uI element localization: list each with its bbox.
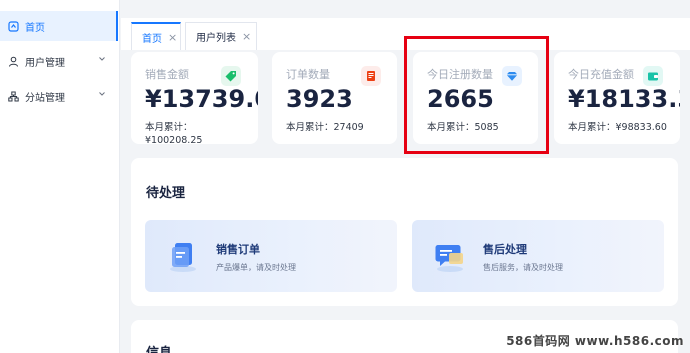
sidebar: 首页 用户管理 分站管理 [0, 0, 120, 353]
sidebar-item-label: 首页 [25, 22, 45, 34]
stat-card-today-recharge: 今日充值金额 ¥18133.33 本月累计：¥98833.60 [554, 52, 680, 144]
pending-section: 待处理 销售订单 产品爆单，请及时处理 售后处理 售后服务，请及时处理 [131, 158, 678, 306]
stat-card-sales-amount: 销售金额 ¥13739.09 本月累计：¥100208.25 [131, 52, 258, 144]
watermark: 586首码网 www.h586.com [506, 334, 684, 348]
sidebar-item-user-management[interactable]: 用户管理 [0, 46, 118, 76]
stat-value: 3923 [286, 85, 353, 113]
order-doc-icon [165, 238, 201, 274]
section-title: 信息 [146, 342, 172, 353]
sidebar-item-label: 用户管理 [25, 57, 65, 69]
stat-card-order-count: 订单数量 3923 本月累计：27409 [272, 52, 397, 144]
invoice-icon [361, 66, 381, 86]
tab-label: 首页 [142, 33, 162, 45]
stat-title: 订单数量 [286, 68, 330, 81]
user-icon [6, 56, 20, 67]
task-description: 售后服务，请及时处理 [483, 263, 563, 272]
tag-icon [221, 66, 241, 86]
sidebar-item-home[interactable]: 首页 [0, 11, 118, 41]
task-title: 售后处理 [483, 243, 527, 256]
task-description: 产品爆单，请及时处理 [216, 263, 296, 272]
task-title: 销售订单 [216, 243, 260, 256]
stat-title: 今日充值金额 [568, 68, 634, 81]
sidebar-item-label: 分站管理 [25, 92, 65, 104]
stat-monthly-total: 本月累计：27409 [286, 122, 364, 133]
sitemap-icon [6, 91, 20, 102]
wallet-icon [643, 66, 663, 86]
section-title: 待处理 [146, 186, 186, 201]
stat-title: 销售金额 [145, 68, 189, 81]
close-icon[interactable]: × [168, 31, 177, 44]
tab-label: 用户列表 [196, 33, 236, 44]
stat-monthly-total: 本月累计：¥98833.60 [568, 122, 667, 133]
tab-home[interactable]: 首页 × [131, 22, 181, 50]
stat-value: ¥18133.33 [568, 85, 680, 113]
tab-user-list[interactable]: 用户列表 × [185, 22, 257, 50]
close-icon[interactable]: × [242, 30, 251, 43]
task-card-sales-orders[interactable]: 销售订单 产品爆单，请及时处理 [145, 220, 397, 292]
sidebar-item-site-management[interactable]: 分站管理 [0, 81, 118, 111]
highlight-box [404, 36, 549, 154]
chat-service-icon [432, 238, 468, 274]
stat-value: ¥13739.09 [145, 85, 258, 113]
task-card-after-sales[interactable]: 售后处理 售后服务，请及时处理 [412, 220, 664, 292]
stat-monthly-total: 本月累计：¥100208.25 [145, 122, 203, 144]
chevron-down-icon [98, 90, 106, 101]
home-icon [6, 20, 20, 32]
chevron-down-icon [98, 55, 106, 66]
